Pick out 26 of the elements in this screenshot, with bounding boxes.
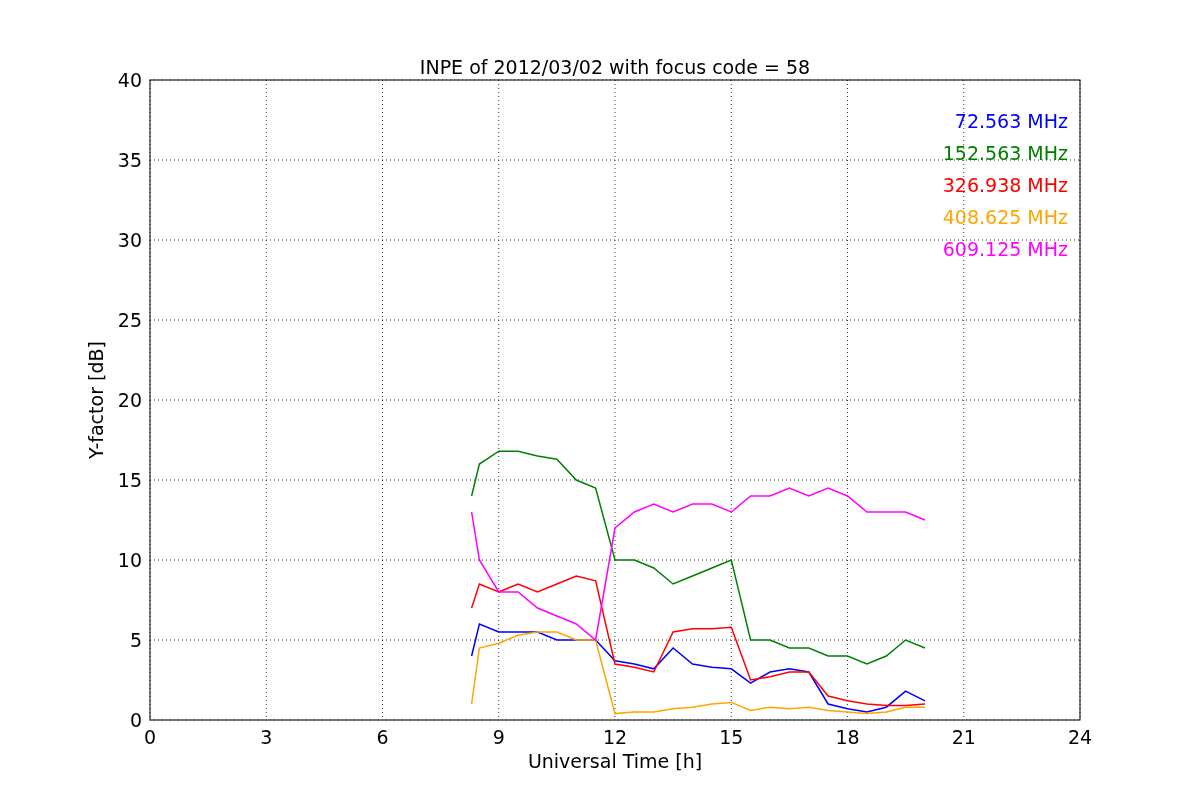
x-tick-label: 0 [143,726,157,748]
x-tick-label: 6 [376,726,389,748]
x-tick-label: 9 [492,726,505,748]
x-tick-label: 12 [602,726,628,748]
x-tick-label: 18 [835,726,860,748]
x-tick-label: 21 [951,726,976,748]
y-tick-label: 30 [117,229,142,251]
y-tick-label: 20 [117,389,142,411]
y-tick-label: 35 [117,149,142,171]
legend-label: 326.938 MHz [942,174,1068,196]
x-tick-label: 24 [1067,726,1093,748]
y-tick-label: 5 [129,629,142,651]
legend-label: 609.125 MHz [942,238,1068,260]
x-tick-label: 3 [260,726,273,748]
y-tick-label: 0 [129,709,142,731]
y-tick-label: 15 [117,469,142,491]
legend-label: 72.563 MHz [954,110,1068,132]
x-tick-label: 15 [719,726,744,748]
y-tick-label: 40 [117,69,142,91]
y-tick-label: 10 [117,549,142,571]
x-axis-label: Universal Time [h] [527,750,703,772]
legend-label: 152.563 MHz [942,142,1068,164]
y-tick-label: 25 [117,309,142,331]
y-axis-label: Y-factor [dB] [85,341,107,459]
chart-title: INPE of 2012/03/02 with focus code = 58 [419,56,811,78]
legend-label: 408.625 MHz [942,206,1068,228]
